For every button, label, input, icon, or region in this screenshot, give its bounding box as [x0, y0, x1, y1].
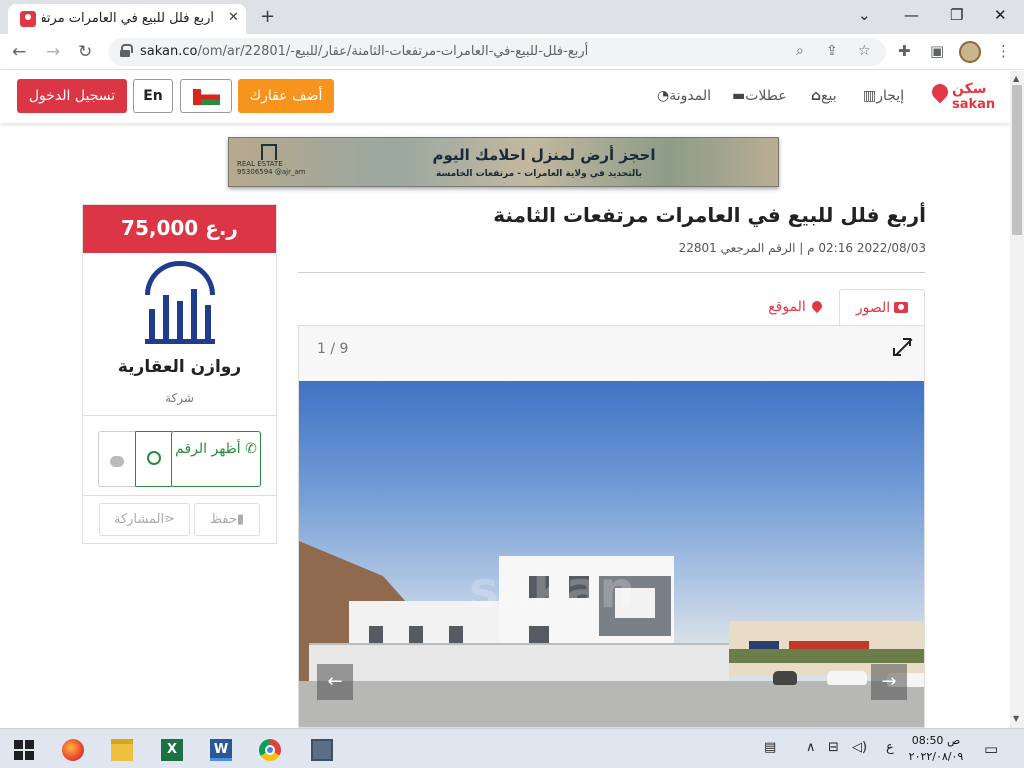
next-photo-arrow[interactable]: → [871, 664, 907, 700]
photo-counter: 1 / 9 [317, 341, 349, 357]
nav-sale[interactable]: ⌂بيع [808, 88, 837, 104]
whatsapp-icon [146, 451, 161, 465]
rss-icon: ◔ [657, 88, 670, 104]
listing-meta: 2022/08/03 02:16 م | الرقم المرجعي 22801 [678, 241, 926, 255]
minimize-icon[interactable]: — [904, 6, 919, 24]
show-number-button[interactable]: ✆ أظهر الرقم [171, 431, 261, 487]
notifications-icon[interactable]: ▭ [984, 740, 998, 758]
agency-logo[interactable] [145, 261, 215, 351]
nav-holidays[interactable]: ▬عطلات [729, 88, 787, 104]
listing-title: أربع فلل للبيع في العامرات مرتفعات الثام… [493, 203, 926, 227]
profile-avatar[interactable] [959, 41, 981, 63]
system-clock[interactable]: 08:50 ص ٢٠٢٢/٠٨/٠٩ [905, 733, 967, 765]
close-window-icon[interactable]: ✕ [994, 6, 1007, 24]
camera-icon [894, 302, 909, 313]
chat-bubble-icon [110, 456, 124, 467]
divider [83, 415, 276, 416]
price-badge: 75,000 ر.ع [83, 205, 276, 253]
agent-sidebar: 75,000 ر.ع روازن العقارية شركة ✆ أظهر ال… [82, 204, 277, 544]
windows-start-icon[interactable] [14, 739, 36, 761]
excel-icon[interactable]: X [161, 739, 183, 761]
agency-type: شركة [165, 391, 194, 405]
page-scrollbar[interactable]: ▲ ▼ [1010, 71, 1024, 728]
news-widget-icon[interactable]: ▤ [764, 740, 776, 755]
prev-photo-arrow[interactable]: ← [317, 664, 353, 700]
browser-toolbar: ← → ↻ sakan.co/om/ar/22801/-أربع-فلل-للب… [0, 34, 1024, 70]
sms-button[interactable] [98, 431, 136, 487]
tab-search-icon[interactable]: ⌄ [858, 6, 871, 24]
word-icon[interactable]: W [210, 739, 232, 761]
file-explorer-icon[interactable] [111, 739, 133, 761]
browser-tab[interactable]: أربع فلل للبيع في العامرات مرتفعات ✕ [8, 4, 246, 34]
scroll-down-icon[interactable]: ▼ [1013, 714, 1019, 723]
oman-flag-icon [193, 89, 220, 105]
scroll-up-icon[interactable]: ▲ [1013, 74, 1019, 83]
divider [83, 495, 276, 496]
tab-photos[interactable]: الصور [839, 289, 925, 326]
volume-icon[interactable]: ◁) [852, 740, 867, 755]
chrome-menu-icon[interactable]: ⋮ [996, 42, 1011, 60]
back-icon[interactable]: ← [12, 42, 26, 62]
tray-chevron-icon[interactable]: ∧ [806, 740, 816, 755]
site-header: سكن sakan ▥إيجار ⌂بيع ▬عطلات ◔المدونة أض… [0, 71, 1010, 123]
new-tab-icon[interactable]: + [260, 6, 275, 27]
close-tab-icon[interactable]: ✕ [228, 10, 239, 25]
building-logo-icon [261, 144, 277, 160]
login-button[interactable]: تسجيل الدخول [17, 79, 127, 113]
sakan-logo[interactable]: سكن sakan [928, 80, 1002, 115]
address-bar[interactable]: sakan.co/om/ar/22801/-أربع-فلل-للبيع-في-… [108, 38, 886, 66]
banner-brand: REAL ESTATE 95306594 @ajr_am [237, 144, 307, 176]
bed-icon: ▬ [732, 88, 746, 104]
banner-ad[interactable]: REAL ESTATE 95306594 @ajr_am احجز أرض لمن… [228, 137, 779, 187]
fullscreen-expand-icon[interactable] [893, 338, 911, 356]
firefox-icon[interactable] [62, 739, 84, 761]
share-icon: ⋖ [164, 512, 175, 527]
bookmark-star-icon[interactable]: ☆ [858, 43, 871, 59]
bookmark-icon: ▮ [236, 512, 245, 527]
listing-photo: sakan ← → [299, 381, 924, 727]
building-icon: ▥ [863, 88, 877, 104]
country-selector[interactable] [180, 79, 232, 113]
tab-title: أربع فلل للبيع في العامرات مرتفعات [42, 11, 214, 26]
reload-icon[interactable]: ↻ [78, 42, 92, 62]
extensions-icon[interactable]: ✚ [898, 42, 911, 60]
save-button[interactable]: ▮حفظ [194, 503, 260, 536]
forward-icon[interactable]: → [46, 42, 60, 62]
browser-tab-strip: أربع فلل للبيع في العامرات مرتفعات ✕ + ⌄… [0, 0, 1024, 34]
network-icon[interactable]: ⊟ [828, 740, 839, 755]
restore-icon[interactable]: ❐ [950, 6, 963, 24]
nav-rent[interactable]: ▥إيجار [860, 88, 904, 104]
photo-gallery[interactable]: 1 / 9 sakan ← → [298, 325, 925, 728]
nav-blog[interactable]: ◔المدونة [654, 88, 711, 104]
logo-text-en: sakan [952, 97, 996, 112]
divider [298, 272, 925, 273]
input-language[interactable]: ع [886, 740, 894, 755]
map-marker-icon [809, 298, 824, 314]
language-button[interactable]: En [133, 79, 173, 113]
phone-icon: ✆ [245, 441, 257, 457]
side-panel-icon[interactable]: ▣ [930, 42, 944, 60]
home-icon: ⌂ [811, 88, 822, 104]
add-property-button[interactable]: أضف عقارك [238, 79, 334, 113]
banner-subtext: بالتحديد في ولاية العامرات - مرتفعات الخ… [435, 169, 642, 179]
lock-icon [120, 44, 133, 57]
windows-taskbar: X W ▤ ∧ ⊟ ◁) ع 08:50 ص ٢٠٢٢/٠٨/٠٩ ▭ [0, 728, 1024, 768]
zoom-search-icon[interactable]: ⌕ [796, 43, 804, 59]
banner-headline: احجز أرض لمنزل احلامك اليوم [432, 146, 656, 164]
url-text: sakan.co/om/ar/22801/-أربع-فلل-للبيع-في-… [140, 44, 589, 59]
scroll-thumb[interactable] [1012, 85, 1022, 235]
sakan-favicon-icon [20, 11, 36, 27]
chrome-icon[interactable] [259, 739, 281, 761]
share-button[interactable]: ⋖المشاركة [99, 503, 190, 536]
agency-name[interactable]: روازن العقارية [83, 357, 276, 377]
share-page-icon[interactable]: ⇪ [826, 43, 838, 59]
tab-location[interactable]: الموقع [752, 289, 838, 326]
logo-text-ar: سكن [952, 81, 987, 97]
watermark: sakan [469, 561, 636, 619]
calculator-icon[interactable] [311, 739, 333, 761]
whatsapp-button[interactable] [135, 431, 172, 487]
location-pin-icon [928, 80, 952, 104]
